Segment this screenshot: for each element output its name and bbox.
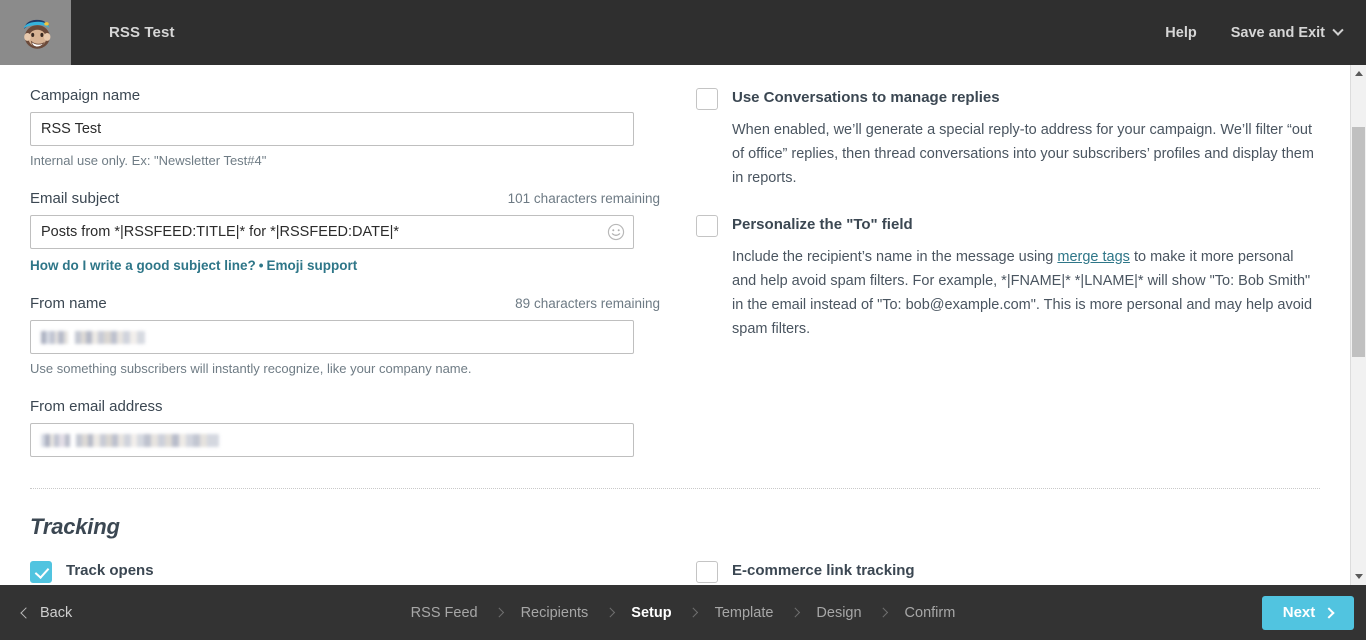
step-confirm[interactable]: Confirm	[901, 605, 960, 621]
scroll-up-glyph	[1355, 71, 1363, 76]
step-separator-icon	[494, 608, 504, 618]
from-name-head: From name 89 characters remaining	[30, 295, 660, 312]
personalize-to-description: Include the recipient’s name in the mess…	[732, 245, 1320, 341]
campaign-name-help: Internal use only. Ex: "Newsletter Test#…	[30, 153, 660, 168]
vertical-scrollbar[interactable]	[1350, 65, 1366, 585]
step-rss-feed[interactable]: RSS Feed	[407, 605, 482, 621]
from-name-label: From name	[30, 295, 107, 312]
from-email-field: From email address	[30, 398, 660, 457]
chevron-right-icon	[1324, 607, 1335, 618]
save-and-exit-button[interactable]: Save and Exit	[1231, 25, 1342, 41]
two-column-layout: Campaign name RSS Test Internal use only…	[30, 65, 1320, 457]
campaign-title: RSS Test	[71, 0, 175, 65]
email-subject-field: Email subject 101 characters remaining P…	[30, 190, 660, 273]
campaign-name-value: RSS Test	[41, 121, 101, 137]
from-name-input[interactable]	[30, 320, 634, 354]
mailchimp-logo-tile[interactable]	[0, 0, 71, 65]
left-column: Campaign name RSS Test Internal use only…	[30, 65, 660, 457]
subject-help-links: How do I write a good subject line?•Emoj…	[30, 258, 660, 273]
email-subject-input[interactable]: Posts from *|RSSFEED:TITLE|* for *|RSSFE…	[30, 215, 634, 249]
mailchimp-freddie-logo-icon	[15, 12, 57, 54]
help-label: Help	[1165, 25, 1196, 41]
right-column: Use Conversations to manage replies When…	[696, 65, 1320, 457]
back-button[interactable]: Back	[0, 605, 72, 621]
campaign-name-label: Campaign name	[30, 87, 140, 104]
app-header: RSS Test Help Save and Exit	[0, 0, 1366, 65]
header-actions: Help Save and Exit	[1165, 0, 1366, 65]
next-label: Next	[1283, 604, 1316, 621]
step-separator-icon	[605, 608, 615, 618]
tracking-left-column: Track opens	[30, 560, 660, 585]
wizard-steps: RSS Feed Recipients Setup Template Desig…	[407, 605, 960, 621]
save-and-exit-label: Save and Exit	[1231, 25, 1325, 41]
chevron-down-icon	[1332, 24, 1343, 35]
help-link[interactable]: Help	[1165, 25, 1196, 41]
personalize-to-checkbox[interactable]	[696, 215, 718, 237]
from-name-help: Use something subscribers will instantly…	[30, 361, 660, 376]
campaign-name-field: Campaign name RSS Test Internal use only…	[30, 87, 660, 168]
chevron-left-icon	[20, 607, 31, 618]
conversations-option-block: Use Conversations to manage replies When…	[696, 87, 1320, 190]
scrollbar-thumb[interactable]	[1352, 127, 1365, 357]
personalize-desc-part1: Include the recipient’s name in the mess…	[732, 249, 1057, 265]
setup-content-area: Campaign name RSS Test Internal use only…	[0, 65, 1350, 585]
scroll-down-glyph	[1355, 574, 1363, 579]
campaign-name-head: Campaign name	[30, 87, 660, 104]
link-separator: •	[256, 258, 267, 273]
scroll-up-arrow-icon[interactable]	[1351, 65, 1366, 82]
tracking-heading: Tracking	[30, 514, 1320, 540]
tracking-columns: Track opens E-commerce link tracking	[30, 560, 1320, 585]
tracking-column-gap	[660, 560, 696, 585]
track-opens-row[interactable]: Track opens	[30, 560, 660, 583]
subject-line-help-link[interactable]: How do I write a good subject line?	[30, 258, 256, 273]
email-subject-value: Posts from *|RSSFEED:TITLE|* for *|RSSFE…	[41, 224, 399, 240]
campaign-name-input[interactable]: RSS Test	[30, 112, 634, 146]
wizard-footer: Back RSS Feed Recipients Setup Template …	[0, 585, 1366, 640]
track-opens-label[interactable]: Track opens	[66, 560, 154, 582]
email-subject-char-count: 101 characters remaining	[508, 191, 660, 206]
conversations-label[interactable]: Use Conversations to manage replies	[732, 87, 1000, 109]
email-subject-label: Email subject	[30, 190, 119, 207]
email-subject-head: Email subject 101 characters remaining	[30, 190, 660, 207]
step-separator-icon	[878, 608, 888, 618]
conversations-description: When enabled, we’ll generate a special r…	[732, 118, 1320, 190]
next-button[interactable]: Next	[1262, 596, 1354, 630]
setup-form: Campaign name RSS Test Internal use only…	[0, 65, 1350, 585]
ecommerce-tracking-label[interactable]: E-commerce link tracking	[732, 560, 915, 582]
back-label: Back	[40, 605, 72, 621]
track-opens-checkbox[interactable]	[30, 561, 52, 583]
conversations-option-row[interactable]: Use Conversations to manage replies	[696, 87, 1320, 110]
emoji-smiley-icon[interactable]	[607, 223, 625, 241]
step-separator-icon	[790, 608, 800, 618]
step-template[interactable]: Template	[711, 605, 778, 621]
personalize-to-option-block: Personalize the "To" field Include the r…	[696, 214, 1320, 341]
personalize-to-option-row[interactable]: Personalize the "To" field	[696, 214, 1320, 237]
conversations-checkbox[interactable]	[696, 88, 718, 110]
from-email-label: From email address	[30, 398, 163, 415]
tracking-right-column: E-commerce link tracking	[696, 560, 1320, 585]
from-name-redacted-value	[41, 331, 145, 344]
merge-tags-link[interactable]: merge tags	[1057, 249, 1130, 265]
personalize-to-label[interactable]: Personalize the "To" field	[732, 214, 913, 236]
emoji-support-link[interactable]: Emoji support	[267, 258, 358, 273]
column-gap	[660, 65, 696, 457]
from-email-input[interactable]	[30, 423, 634, 457]
tracking-divider	[30, 488, 1320, 489]
from-email-head: From email address	[30, 398, 660, 415]
step-separator-icon	[688, 608, 698, 618]
from-email-redacted-value	[41, 434, 219, 447]
step-setup[interactable]: Setup	[627, 605, 675, 621]
ecommerce-tracking-row[interactable]: E-commerce link tracking	[696, 560, 1320, 583]
step-recipients[interactable]: Recipients	[517, 605, 593, 621]
scroll-down-arrow-icon[interactable]	[1351, 568, 1366, 585]
from-name-field: From name 89 characters remaining Use so…	[30, 295, 660, 376]
step-design[interactable]: Design	[812, 605, 865, 621]
from-name-char-count: 89 characters remaining	[515, 296, 660, 311]
ecommerce-tracking-checkbox[interactable]	[696, 561, 718, 583]
